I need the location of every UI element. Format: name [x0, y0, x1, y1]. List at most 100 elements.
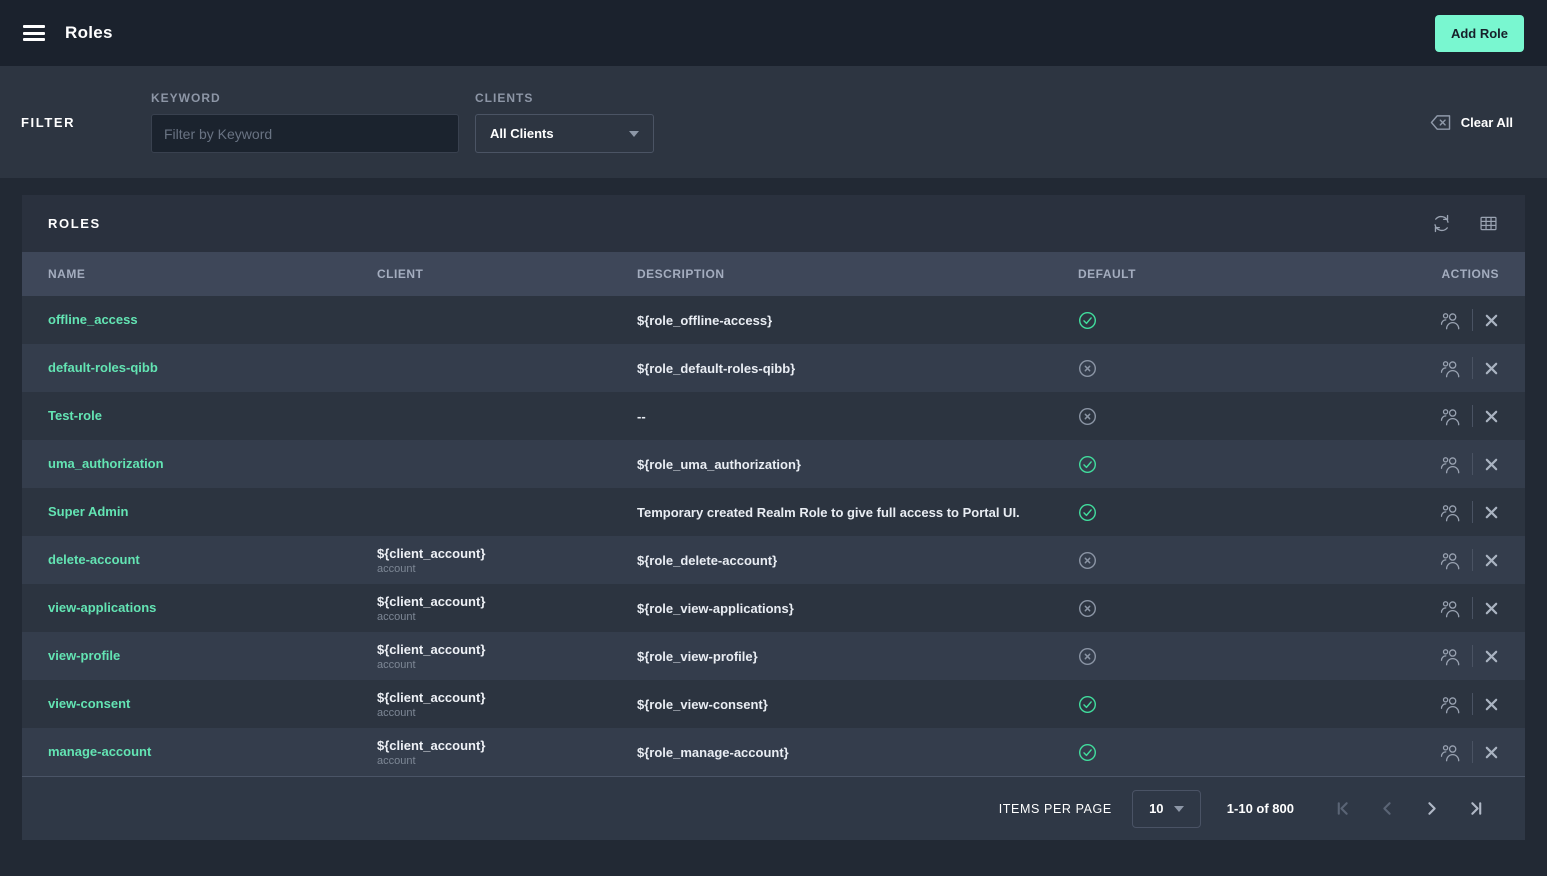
first-page-icon[interactable]: [1328, 798, 1359, 819]
page-size-select[interactable]: 10: [1132, 790, 1201, 828]
previous-page-icon[interactable]: [1372, 798, 1403, 819]
keyword-input[interactable]: [151, 114, 459, 153]
add-role-button[interactable]: Add Role: [1435, 15, 1524, 52]
assign-users-icon[interactable]: [1440, 743, 1461, 762]
default-false-icon: [1078, 599, 1097, 618]
default-false-icon: [1078, 551, 1097, 570]
table-row: Super Admin Temporary created Realm Role…: [22, 488, 1525, 536]
role-description: --: [637, 409, 1078, 424]
assign-users-icon[interactable]: [1440, 599, 1461, 618]
role-description: Temporary created Realm Role to give ful…: [637, 505, 1078, 520]
keyword-label: KEYWORD: [151, 91, 459, 105]
assign-users-icon[interactable]: [1440, 407, 1461, 426]
default-true-icon: [1078, 743, 1097, 762]
table-row: manage-account ${client_account} account…: [22, 728, 1525, 776]
column-header-description: DESCRIPTION: [637, 267, 1078, 281]
paginator: ITEMS PER PAGE 10 1-10 of 800: [22, 776, 1525, 840]
client-id: account: [377, 563, 637, 575]
clients-field: CLIENTS All Clients: [475, 91, 654, 153]
clear-all-label: Clear All: [1461, 115, 1513, 130]
actions-divider: [1472, 693, 1473, 715]
column-header-client: CLIENT: [377, 267, 637, 281]
actions-divider: [1472, 453, 1473, 475]
client-cell: ${client_account} account: [377, 642, 637, 671]
role-description: ${role_offline-access}: [637, 313, 1078, 328]
client-name: ${client_account}: [377, 738, 637, 753]
table-header-row: NAME CLIENT DESCRIPTION DEFAULT ACTIONS: [22, 252, 1525, 296]
client-cell: ${client_account} account: [377, 738, 637, 767]
last-page-icon[interactable]: [1460, 798, 1491, 819]
actions-divider: [1472, 309, 1473, 331]
role-name-link[interactable]: Test-role: [48, 408, 102, 423]
client-cell: [377, 319, 637, 321]
role-name-link[interactable]: uma_authorization: [48, 456, 164, 471]
assign-users-icon[interactable]: [1440, 359, 1461, 378]
table-row: view-profile ${client_account} account $…: [22, 632, 1525, 680]
role-description: ${role_delete-account}: [637, 553, 1078, 568]
delete-role-icon[interactable]: [1484, 361, 1499, 376]
delete-role-icon[interactable]: [1484, 505, 1499, 520]
page-title: Roles: [65, 23, 113, 43]
assign-users-icon[interactable]: [1440, 311, 1461, 330]
actions-divider: [1472, 405, 1473, 427]
client-cell: ${client_account} account: [377, 546, 637, 575]
menu-icon[interactable]: [23, 25, 45, 41]
default-false-icon: [1078, 407, 1097, 426]
assign-users-icon[interactable]: [1440, 647, 1461, 666]
role-description: ${role_view-profile}: [637, 649, 1078, 664]
clients-select-value: All Clients: [490, 126, 554, 141]
role-name-link[interactable]: view-consent: [48, 696, 130, 711]
actions-divider: [1472, 357, 1473, 379]
delete-role-icon[interactable]: [1484, 601, 1499, 616]
client-cell: [377, 367, 637, 369]
refresh-icon[interactable]: [1431, 213, 1452, 234]
card-title: ROLES: [48, 216, 101, 231]
role-name-link[interactable]: default-roles-qibb: [48, 360, 158, 375]
role-description: ${role_view-consent}: [637, 697, 1078, 712]
assign-users-icon[interactable]: [1440, 551, 1461, 570]
delete-role-icon[interactable]: [1484, 409, 1499, 424]
default-true-icon: [1078, 503, 1097, 522]
assign-users-icon[interactable]: [1440, 695, 1461, 714]
default-false-icon: [1078, 359, 1097, 378]
column-header-actions: ACTIONS: [1379, 267, 1499, 281]
role-name-link[interactable]: Super Admin: [48, 504, 128, 519]
assign-users-icon[interactable]: [1440, 455, 1461, 474]
clients-select[interactable]: All Clients: [475, 114, 654, 153]
clients-label: CLIENTS: [475, 91, 654, 105]
role-name-link[interactable]: manage-account: [48, 744, 151, 759]
next-page-icon[interactable]: [1416, 798, 1447, 819]
role-name-link[interactable]: offline_access: [48, 312, 138, 327]
actions-divider: [1472, 549, 1473, 571]
actions-divider: [1472, 501, 1473, 523]
delete-role-icon[interactable]: [1484, 313, 1499, 328]
client-name: ${client_account}: [377, 690, 637, 705]
chevron-down-icon: [1174, 806, 1184, 812]
role-description: ${role_manage-account}: [637, 745, 1078, 760]
client-id: account: [377, 659, 637, 671]
table-row: Test-role --: [22, 392, 1525, 440]
keyword-field: KEYWORD: [151, 91, 459, 153]
role-name-link[interactable]: view-applications: [48, 600, 156, 615]
client-name: ${client_account}: [377, 546, 637, 561]
delete-role-icon[interactable]: [1484, 649, 1499, 664]
assign-users-icon[interactable]: [1440, 503, 1461, 522]
delete-role-icon[interactable]: [1484, 745, 1499, 760]
clear-all-button[interactable]: Clear All: [1429, 113, 1513, 132]
table-row: uma_authorization ${role_uma_authorizati…: [22, 440, 1525, 488]
default-true-icon: [1078, 695, 1097, 714]
role-name-link[interactable]: delete-account: [48, 552, 140, 567]
role-description: ${role_view-applications}: [637, 601, 1078, 616]
delete-role-icon[interactable]: [1484, 553, 1499, 568]
table-view-icon[interactable]: [1478, 213, 1499, 234]
delete-role-icon[interactable]: [1484, 457, 1499, 472]
column-header-name: NAME: [48, 267, 377, 281]
table-row: delete-account ${client_account} account…: [22, 536, 1525, 584]
client-name: ${client_account}: [377, 594, 637, 609]
default-true-icon: [1078, 311, 1097, 330]
delete-role-icon[interactable]: [1484, 697, 1499, 712]
role-name-link[interactable]: view-profile: [48, 648, 120, 663]
backspace-icon: [1429, 113, 1452, 132]
default-true-icon: [1078, 455, 1097, 474]
client-cell: [377, 463, 637, 465]
